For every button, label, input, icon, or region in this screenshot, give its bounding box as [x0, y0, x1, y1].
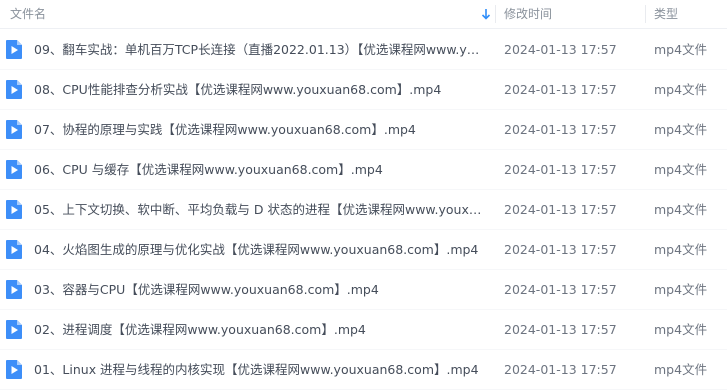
file-name[interactable]: 04、火焰图生成的原理与优化实战【优选课程网www.youxuan68.com】… — [34, 230, 486, 270]
file-name[interactable]: 01、Linux 进程与线程的内核实现【优选课程网www.youxuan68.c… — [34, 350, 486, 390]
file-type: mp4文件 — [654, 242, 708, 257]
video-file-icon — [6, 280, 22, 299]
file-type: mp4文件 — [654, 122, 708, 137]
file-type: mp4文件 — [654, 362, 708, 377]
file-mtime: 2024-01-13 17:57 — [504, 322, 617, 337]
arrow-down-icon[interactable] — [480, 7, 492, 21]
file-row[interactable]: 05、上下文切换、软中断、平均负载与 D 状态的进程【优选课程网www.youx… — [0, 190, 727, 230]
video-file-icon — [6, 40, 22, 59]
column-header-mtime[interactable]: 修改时间 — [504, 0, 634, 29]
file-type: mp4文件 — [654, 202, 708, 217]
file-mtime: 2024-01-13 17:57 — [504, 202, 617, 217]
file-name[interactable]: 02、进程调度【优选课程网www.youxuan68.com】.mp4 — [34, 310, 486, 350]
file-type: mp4文件 — [654, 322, 708, 337]
column-divider[interactable] — [645, 5, 646, 23]
file-type: mp4文件 — [654, 42, 708, 57]
video-file-icon — [6, 200, 22, 219]
video-file-icon — [6, 160, 22, 179]
file-mtime: 2024-01-13 17:57 — [504, 362, 617, 377]
file-row[interactable]: 02、进程调度【优选课程网www.youxuan68.com】.mp4 2024-… — [0, 310, 727, 350]
file-name[interactable]: 06、CPU 与缓存【优选课程网www.youxuan68.com】.mp4 — [34, 150, 486, 190]
file-type: mp4文件 — [654, 82, 708, 97]
file-mtime: 2024-01-13 17:57 — [504, 242, 617, 257]
file-list-header: 文件名 修改时间 类型 — [0, 0, 727, 29]
file-mtime: 2024-01-13 17:57 — [504, 162, 617, 177]
file-type: mp4文件 — [654, 162, 708, 177]
file-name[interactable]: 08、CPU性能排查分析实战【优选课程网www.youxuan68.com】.m… — [34, 70, 486, 110]
video-file-icon — [6, 360, 22, 379]
file-name[interactable]: 07、协程的原理与实践【优选课程网www.youxuan68.com】.mp4 — [34, 110, 486, 150]
file-row[interactable]: 08、CPU性能排查分析实战【优选课程网www.youxuan68.com】.m… — [0, 70, 727, 110]
column-header-name[interactable]: 文件名 — [10, 0, 480, 29]
video-file-icon — [6, 120, 22, 139]
file-row[interactable]: 01、Linux 进程与线程的内核实现【优选课程网www.youxuan68.c… — [0, 350, 727, 390]
file-row[interactable]: 07、协程的原理与实践【优选课程网www.youxuan68.com】.mp4 2… — [0, 110, 727, 150]
file-row[interactable]: 03、容器与CPU【优选课程网www.youxuan68.com】.mp4 202… — [0, 270, 727, 310]
video-file-icon — [6, 80, 22, 99]
file-mtime: 2024-01-13 17:57 — [504, 42, 617, 57]
file-type: mp4文件 — [654, 282, 708, 297]
file-row[interactable]: 09、翻车实战：单机百万TCP长连接（直播2022.01.13）【优选课程网ww… — [0, 30, 727, 70]
file-mtime: 2024-01-13 17:57 — [504, 282, 617, 297]
column-header-type[interactable]: 类型 — [654, 0, 724, 29]
file-mtime: 2024-01-13 17:57 — [504, 82, 617, 97]
column-divider[interactable] — [495, 5, 496, 23]
file-row[interactable]: 04、火焰图生成的原理与优化实战【优选课程网www.youxuan68.com】… — [0, 230, 727, 270]
file-name[interactable]: 09、翻车实战：单机百万TCP长连接（直播2022.01.13）【优选课程网ww… — [34, 30, 486, 70]
file-mtime: 2024-01-13 17:57 — [504, 122, 617, 137]
file-name[interactable]: 05、上下文切换、软中断、平均负载与 D 状态的进程【优选课程网www.youx… — [34, 190, 486, 230]
video-file-icon — [6, 320, 22, 339]
video-file-icon — [6, 240, 22, 259]
file-name[interactable]: 03、容器与CPU【优选课程网www.youxuan68.com】.mp4 — [34, 270, 486, 310]
file-row[interactable]: 06、CPU 与缓存【优选课程网www.youxuan68.com】.mp4 20… — [0, 150, 727, 190]
